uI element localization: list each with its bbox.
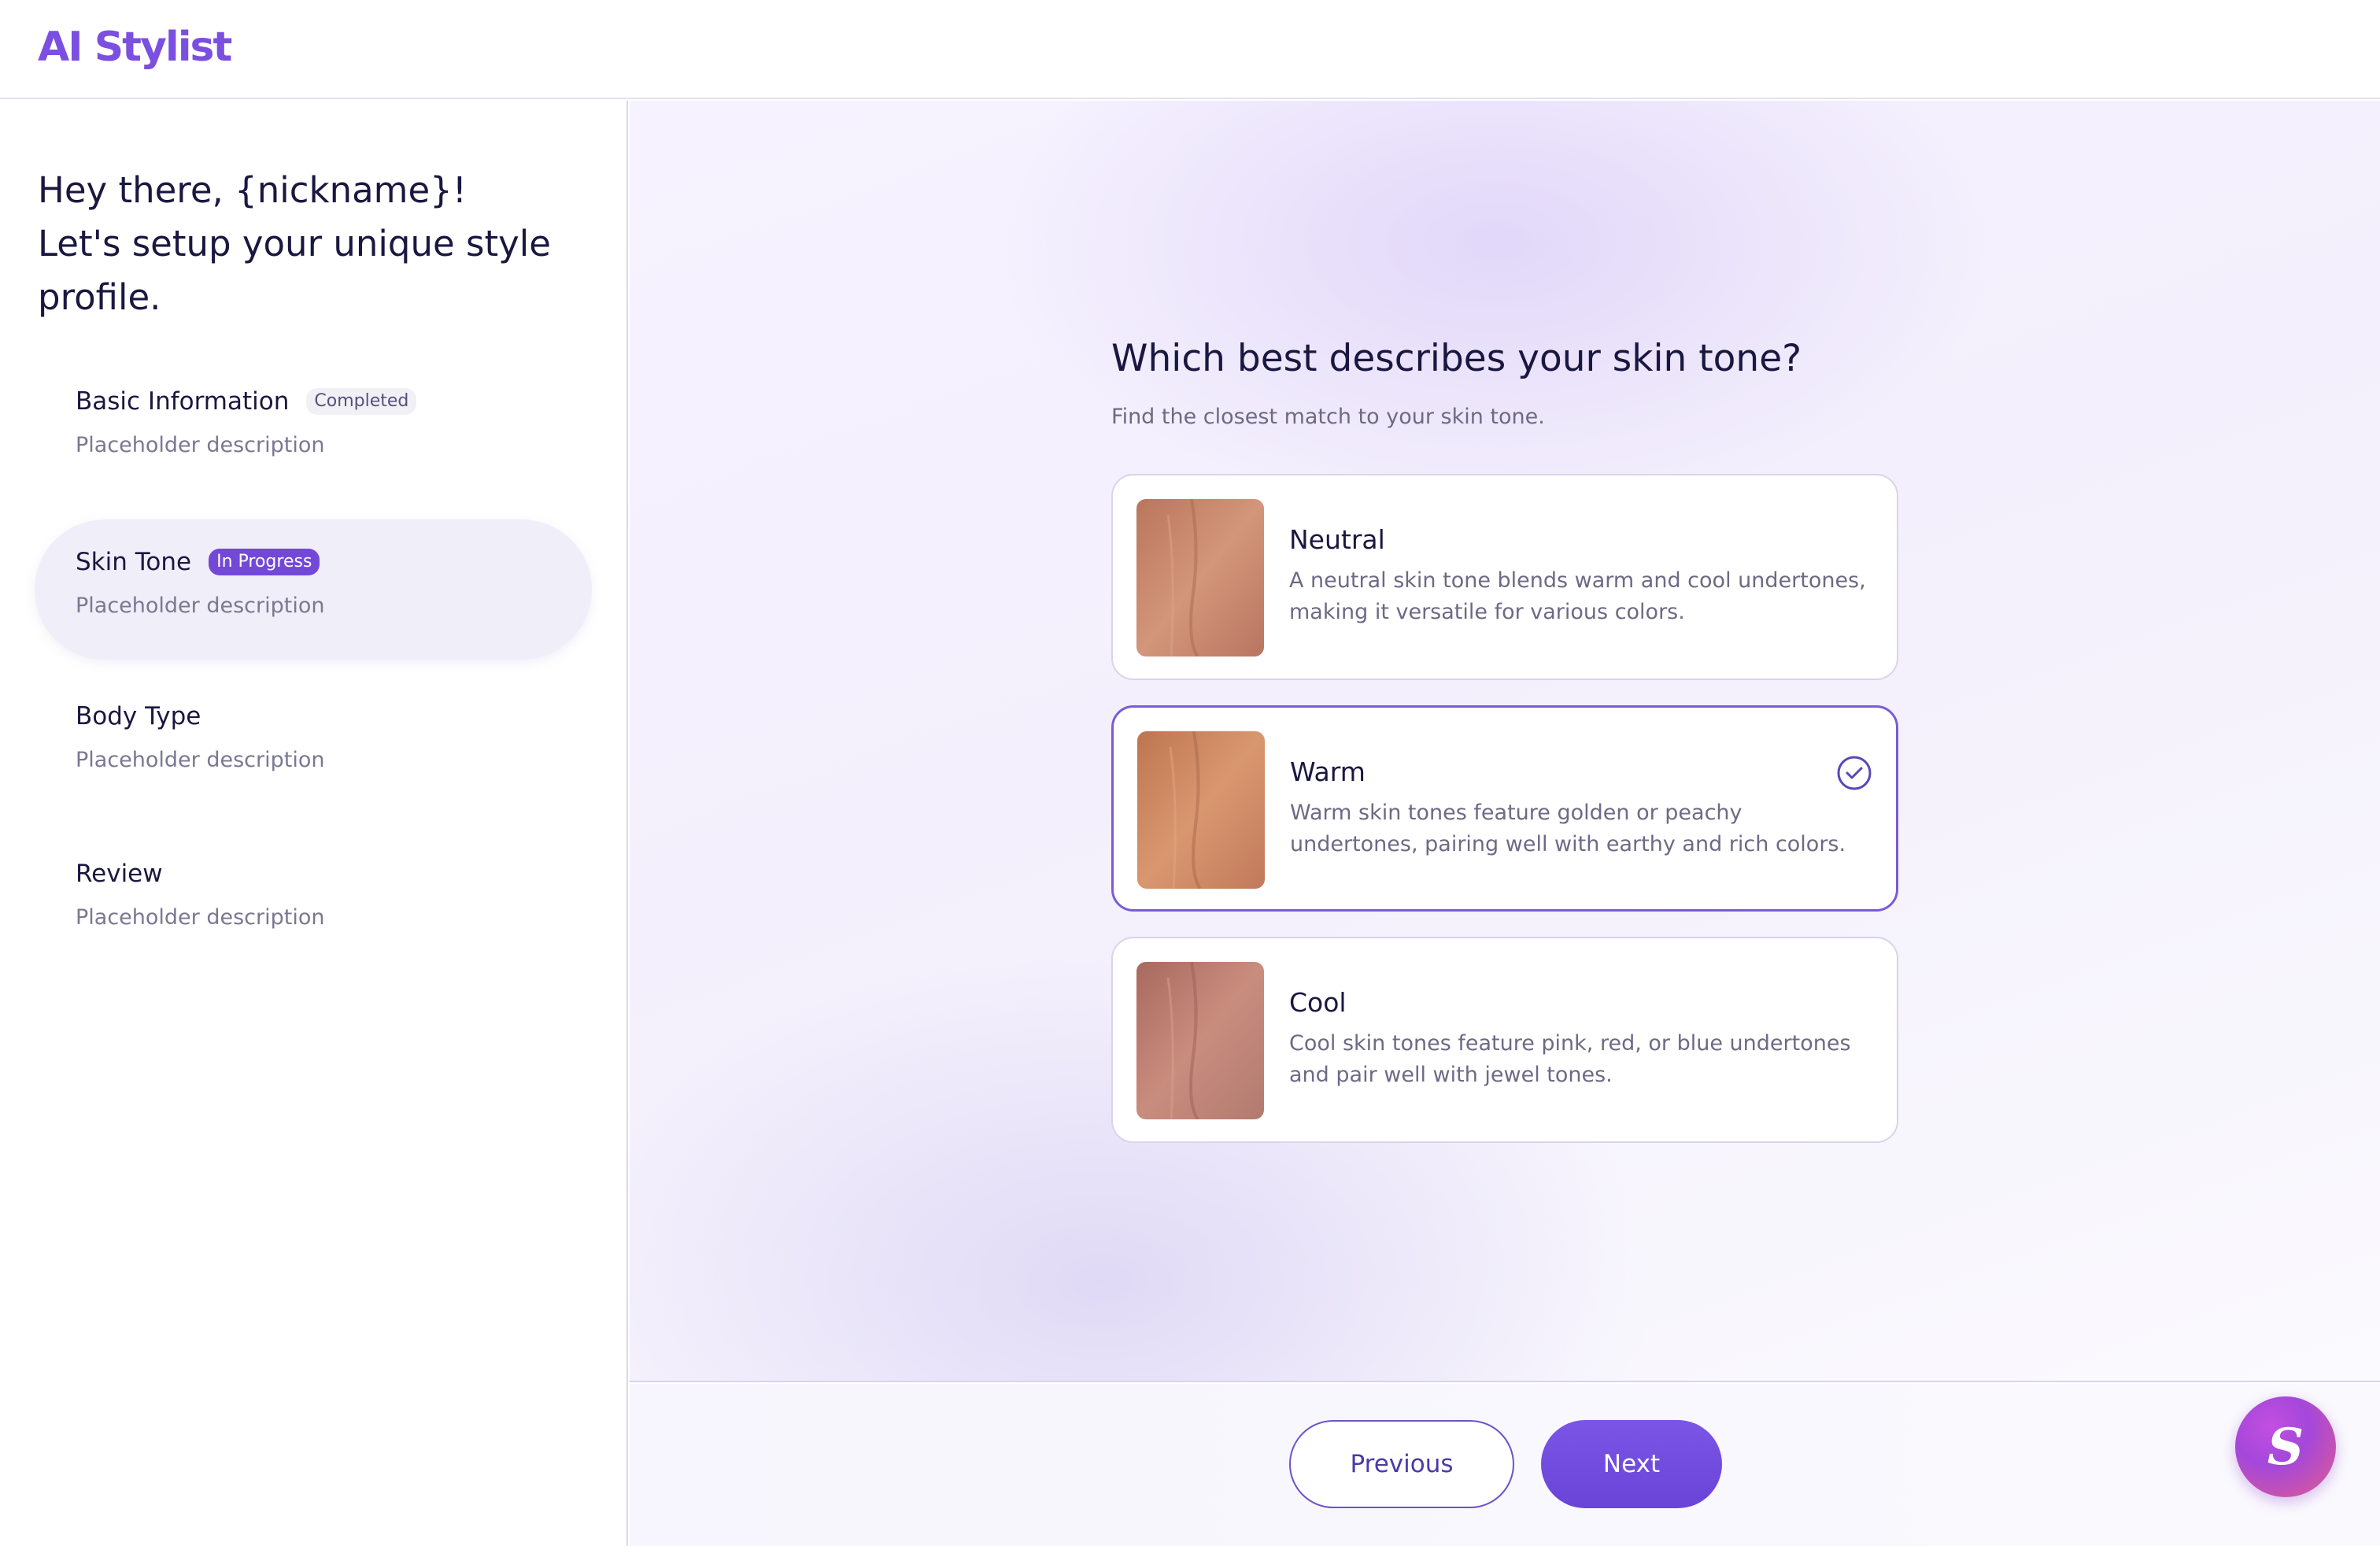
skin-swatch-image xyxy=(1136,962,1264,1119)
step-name: Basic Information xyxy=(76,387,290,416)
option-description: A neutral skin tone blends warm and cool… xyxy=(1289,568,1866,624)
step-review[interactable]: Review Placeholder description xyxy=(35,831,592,971)
option-neutral[interactable]: Neutral A neutral skin tone blends warm … xyxy=(1111,474,1898,680)
footer-bar: Previous Next S xyxy=(630,1384,2380,1546)
sidebar: Hey there, {nickname}! Let's setup your … xyxy=(0,101,628,1546)
option-title: Warm xyxy=(1290,756,1366,787)
option-title: Cool xyxy=(1289,987,1347,1018)
step-description: Placeholder description xyxy=(76,748,325,772)
assistant-button[interactable]: S xyxy=(2235,1396,2336,1497)
greeting: Hey there, {nickname}! Let's setup your … xyxy=(38,164,604,324)
check-circle-icon xyxy=(1836,755,1872,791)
step-name: Review xyxy=(76,860,163,888)
step-skin-tone[interactable]: Skin Tone In Progress Placeholder descri… xyxy=(35,520,592,660)
option-cool[interactable]: Cool Cool skin tones feature pink, red, … xyxy=(1111,937,1898,1143)
skin-swatch-image xyxy=(1137,731,1265,889)
step-description: Placeholder description xyxy=(76,433,325,457)
next-button[interactable]: Next xyxy=(1541,1420,1722,1508)
top-bar: AI Stylist xyxy=(0,0,2380,99)
app-logo[interactable]: AI Stylist xyxy=(38,24,232,71)
step-name: Body Type xyxy=(76,702,201,730)
option-warm[interactable]: Warm Warm skin tones feature golden or p… xyxy=(1111,705,1898,912)
step-description: Placeholder description xyxy=(76,594,325,618)
question-title: Which best describes your skin tone? xyxy=(1111,337,1802,380)
step-basic-information[interactable]: Basic Information Completed Placeholder … xyxy=(35,359,592,499)
step-name: Skin Tone xyxy=(76,548,192,576)
option-description: Warm skin tones feature golden or peachy… xyxy=(1290,801,1846,856)
step-body-type[interactable]: Body Type Placeholder description xyxy=(35,674,592,814)
main-panel: Which best describes your skin tone? Fin… xyxy=(630,101,2380,1382)
question-subtitle: Find the closest match to your skin tone… xyxy=(1111,405,1545,429)
step-description: Placeholder description xyxy=(76,905,325,930)
assistant-logo-icon: S xyxy=(2267,1417,2304,1477)
greeting-line: Let's setup your unique style xyxy=(38,223,551,264)
previous-button[interactable]: Previous xyxy=(1289,1420,1514,1508)
greeting-line: Hey there, {nickname}! xyxy=(38,169,467,211)
skin-swatch-image xyxy=(1136,499,1264,656)
option-title: Neutral xyxy=(1289,524,1385,555)
status-badge: In Progress xyxy=(209,549,320,575)
status-badge: Completed xyxy=(306,388,417,415)
option-description: Cool skin tones feature pink, red, or bl… xyxy=(1289,1031,1851,1087)
greeting-line: profile. xyxy=(38,276,161,318)
